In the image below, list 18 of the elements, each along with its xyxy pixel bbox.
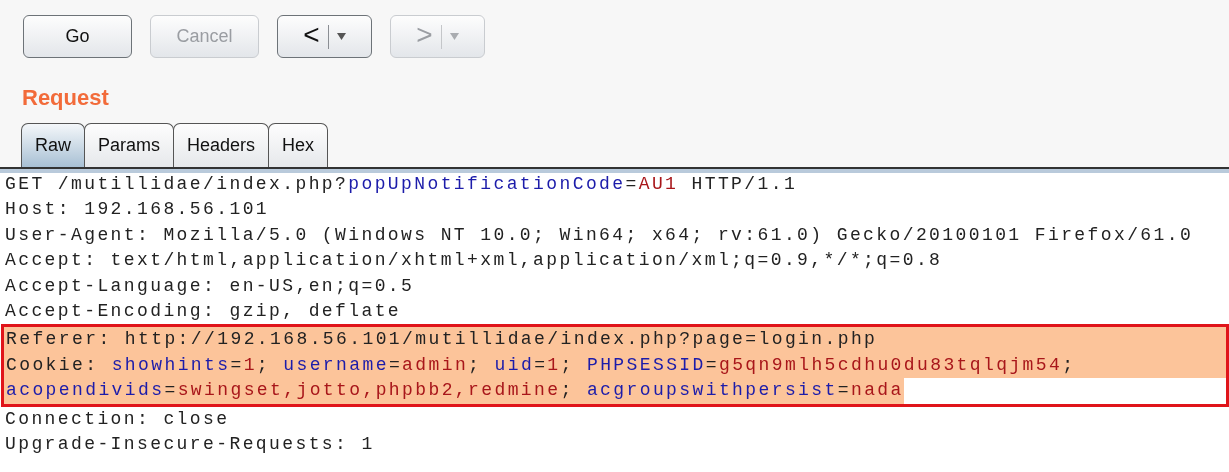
request-line: GET /mutillidae/index.php?popUpNotificationCode=AU1 HTTP/1.1 [4, 173, 799, 196]
tab[interactable]: Params [84, 123, 175, 167]
toolbar-button[interactable]: Go [23, 15, 132, 58]
tab[interactable]: Headers [173, 123, 270, 167]
caret-icon [336, 33, 346, 40]
tab[interactable]: Raw [21, 123, 85, 167]
request-line: Accept-Language: en-US,en;q=0.5 [4, 274, 416, 298]
history-button[interactable]: < [277, 15, 372, 58]
request-editor[interactable] [0, 167, 1229, 472]
tab[interactable]: Hex [268, 123, 329, 167]
caret-icon [449, 33, 459, 40]
request-line: Accept-Encoding: gzip, deflate [4, 299, 403, 323]
section-title: Request [21, 84, 110, 111]
request-line: Connection: close [4, 407, 231, 431]
request-line: Upgrade-Insecure-Requests: 1 [4, 432, 376, 456]
request-line: Accept: text/html,application/xhtml+xml,application/xml;q=0.9,*/*;q=0.8 [4, 249, 944, 273]
request-line: User-Agent: Mozilla/5.0 (Windows NT 10.0; Win64; x64; rv:61.0) Gecko/20100101 Firefox/61.0 [4, 223, 1195, 247]
request-line: Host: 192.168.56.101 [4, 198, 271, 222]
